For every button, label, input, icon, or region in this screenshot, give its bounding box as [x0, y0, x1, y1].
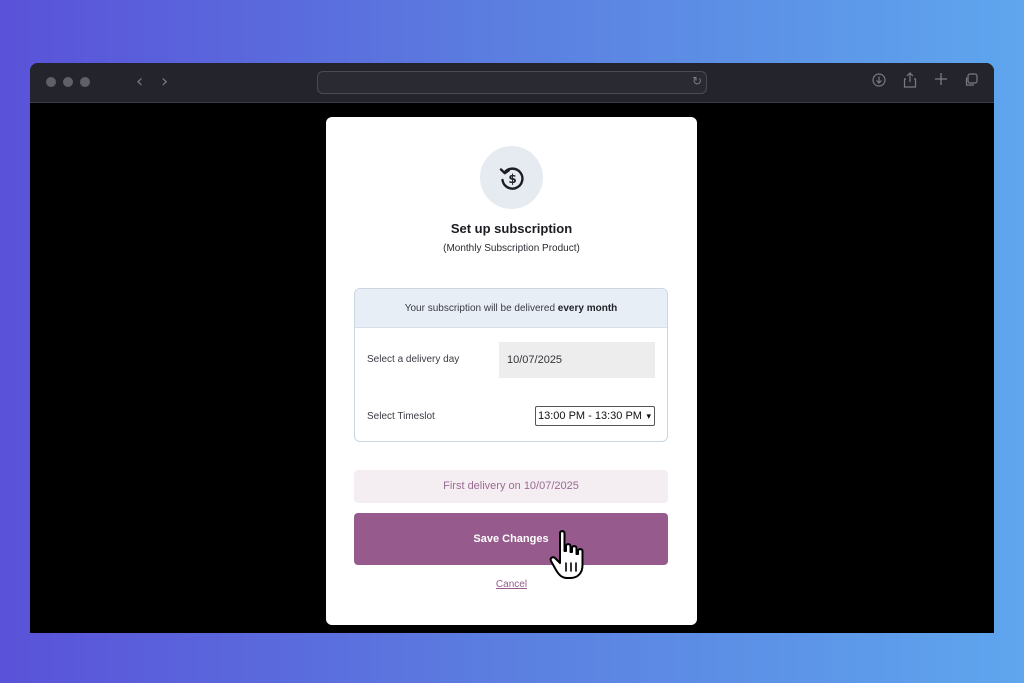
window-controls: [46, 77, 90, 87]
delivery-settings-card: Your subscription will be delivered ever…: [354, 288, 668, 442]
modal-subtitle: (Monthly Subscription Product): [443, 243, 580, 254]
forward-icon[interactable]: ›: [161, 72, 168, 92]
save-changes-button[interactable]: Save Changes: [354, 513, 668, 565]
timeslot-selected-value: 13:00 PM - 13:30 PM: [538, 410, 642, 422]
frequency-value: every month: [557, 303, 618, 314]
share-icon[interactable]: [903, 72, 917, 92]
hand-pointer-cursor-icon: [549, 530, 584, 579]
new-tab-icon[interactable]: [934, 72, 948, 90]
tabs-icon[interactable]: [964, 73, 978, 91]
maximize-window-dot[interactable]: [80, 77, 90, 87]
frequency-text: Your subscription will be delivered: [404, 303, 556, 314]
subscription-modal: $ Set up subscription (Monthly Subscript…: [326, 117, 697, 625]
delivery-day-input[interactable]: [499, 342, 655, 378]
timeslot-select[interactable]: 13:00 PM - 13:30 PM ▾: [535, 406, 655, 426]
subscription-icon-badge: $: [480, 146, 543, 209]
delivery-day-label: Select a delivery day: [367, 354, 460, 365]
close-window-dot[interactable]: [46, 77, 56, 87]
subscription-refresh-dollar-icon: $: [499, 167, 524, 190]
download-icon[interactable]: [872, 73, 886, 91]
browser-toolbar: ‹ › ↻: [30, 63, 994, 103]
reload-icon[interactable]: ↻: [692, 74, 702, 88]
svg-text:$: $: [508, 172, 516, 186]
modal-title: Set up subscription: [450, 221, 573, 236]
address-bar[interactable]: [317, 71, 707, 94]
timeslot-label: Select Timeslot: [367, 411, 435, 422]
delivery-frequency-info: Your subscription will be delivered ever…: [355, 289, 667, 328]
chevron-down-icon: ▾: [646, 412, 651, 422]
browser-window: ‹ › ↻ $ Set up subscription (Monthly Sub…: [30, 63, 994, 633]
cancel-link[interactable]: Cancel: [326, 579, 697, 590]
first-delivery-notice: First delivery on 10/07/2025: [354, 470, 668, 503]
minimize-window-dot[interactable]: [63, 77, 73, 87]
back-icon[interactable]: ‹: [136, 72, 143, 92]
